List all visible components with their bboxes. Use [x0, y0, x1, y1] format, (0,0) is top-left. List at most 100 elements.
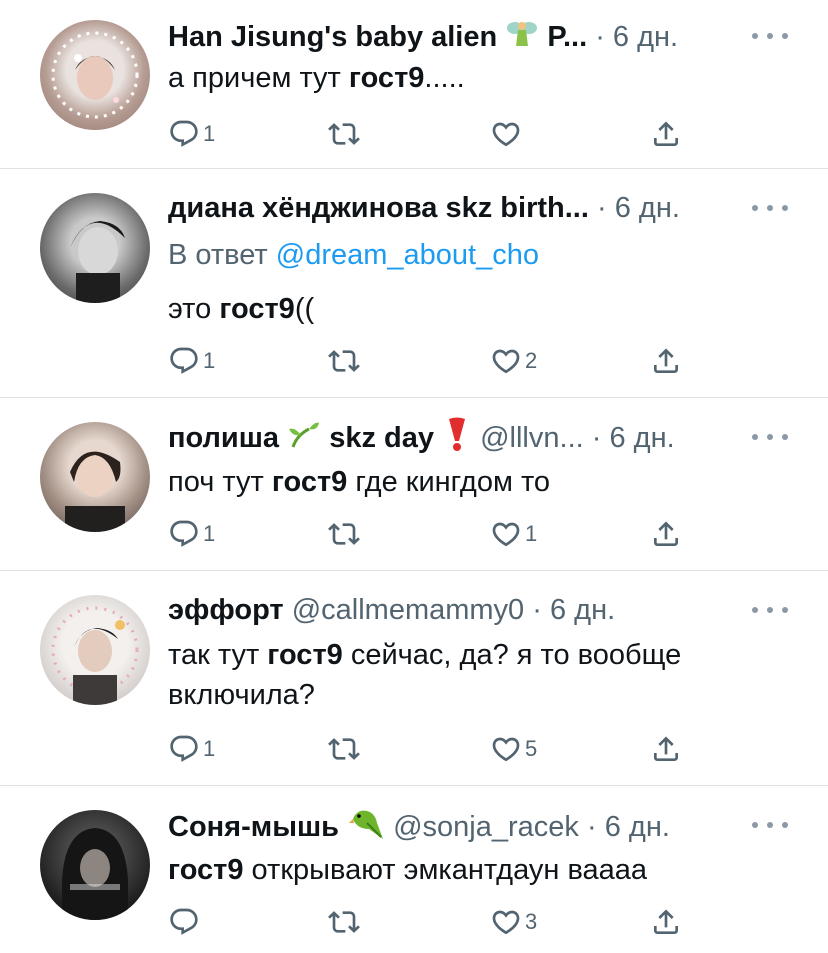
exclamation-emoji-icon	[442, 417, 472, 462]
heart-icon	[490, 518, 522, 550]
share-icon	[650, 345, 682, 377]
tweet-text: а причем тут гост9.....	[168, 62, 465, 94]
reply-icon	[168, 733, 200, 765]
retweet-icon	[328, 345, 360, 377]
share-button[interactable]	[650, 731, 682, 767]
display-name[interactable]: эффорт	[168, 594, 284, 626]
reply-count: 1	[203, 121, 216, 146]
retweet-icon	[328, 518, 360, 550]
share-icon	[650, 906, 682, 938]
retweet-icon	[328, 118, 360, 150]
more-icon[interactable]	[752, 198, 788, 218]
avatar-image	[70, 221, 125, 303]
retweet-button[interactable]	[328, 343, 360, 379]
like-button[interactable]: 1	[490, 516, 537, 552]
like-count: 5	[525, 736, 538, 761]
reply-button[interactable]: 1	[168, 516, 215, 552]
reply-prefix: В ответ	[168, 239, 268, 271]
like-count: 1	[525, 521, 538, 546]
tweet[interactable]: полиша skz day @lllvn... · 6 дн. поч тут…	[0, 398, 828, 570]
like-button[interactable]	[490, 116, 522, 152]
avatar-image	[51, 31, 139, 119]
separator-dot: ·	[586, 811, 597, 844]
tweet[interactable]: эффорт @callmemammy0 · 6 дн. так тут гос…	[0, 571, 828, 785]
seedling-emoji-icon	[287, 417, 321, 462]
retweet-button[interactable]	[328, 516, 360, 552]
avatar-image	[62, 828, 128, 920]
tweet-text: так тут гост9 сейчас, да? я то вообще вк…	[168, 639, 682, 711]
share-icon	[650, 733, 682, 765]
like-button[interactable]: 2	[490, 343, 537, 379]
tweet[interactable]: Han Jisung's baby alien P... · 6 дн. а п…	[0, 0, 828, 168]
retweet-button[interactable]	[328, 904, 360, 940]
share-button[interactable]	[650, 116, 682, 152]
display-name[interactable]: полиша	[168, 422, 279, 454]
avatar[interactable]	[40, 810, 150, 920]
reply-button[interactable]	[168, 904, 200, 940]
share-icon	[650, 118, 682, 150]
retweet-button[interactable]	[328, 731, 360, 767]
reply-button[interactable]: 1	[168, 731, 215, 767]
reply-button[interactable]: 1	[168, 343, 215, 379]
reply-count: 1	[203, 521, 216, 546]
retweet-button[interactable]	[328, 116, 360, 152]
avatar[interactable]	[40, 193, 150, 303]
avatar[interactable]	[40, 422, 150, 532]
tweet[interactable]: Соня-мышь @sonja_racek · 6 дн. гост9 отк…	[0, 786, 828, 953]
tweet[interactable]: диана хёнджинова skz birth... · 6 дн. В …	[0, 169, 828, 397]
more-icon[interactable]	[752, 26, 788, 46]
tweet-time[interactable]: 6 дн.	[609, 422, 674, 454]
display-name-suffix[interactable]: P...	[547, 21, 587, 53]
retweet-icon	[328, 733, 360, 765]
fairy-emoji-icon	[505, 16, 539, 61]
handle[interactable]: @callmemammy0	[292, 594, 524, 626]
separator-dot: ·	[596, 192, 607, 224]
display-name[interactable]: Соня-мышь	[168, 811, 339, 843]
tweet-time[interactable]: 6 дн.	[613, 21, 678, 53]
retweet-icon	[328, 906, 360, 938]
heart-icon	[490, 733, 522, 765]
like-button[interactable]: 3	[490, 904, 537, 940]
tweet-header: Соня-мышь @sonja_racek · 6 дн.	[168, 805, 670, 845]
display-name[interactable]: диана хёнджинова skz birth...	[168, 192, 589, 224]
tweet-time[interactable]: 6 дн.	[615, 192, 680, 224]
more-icon[interactable]	[752, 815, 788, 835]
reply-button[interactable]: 1	[168, 116, 215, 152]
tweet-text: поч тут гост9 где кингдом то	[168, 466, 551, 498]
share-button[interactable]	[650, 904, 682, 940]
more-icon[interactable]	[752, 427, 788, 447]
tweet-header: эффорт @callmemammy0 · 6 дн.	[168, 590, 615, 630]
tweet-header: диана хёнджинова skz birth... · 6 дн.	[168, 188, 680, 228]
heart-icon	[490, 345, 522, 377]
share-button[interactable]	[650, 516, 682, 552]
like-button[interactable]: 5	[490, 731, 537, 767]
separator-dot: ·	[591, 422, 602, 455]
share-icon	[650, 518, 682, 550]
share-button[interactable]	[650, 343, 682, 379]
reply-icon	[168, 906, 200, 938]
display-name[interactable]: Han Jisung's baby alien	[168, 21, 497, 53]
tweet-header: Han Jisung's baby alien P... · 6 дн.	[168, 16, 678, 56]
separator-dot: ·	[532, 594, 542, 626]
avatar[interactable]	[40, 595, 150, 705]
like-count: 3	[525, 909, 538, 934]
reply-context: В ответ @dream_about_cho	[168, 235, 539, 275]
avatar[interactable]	[40, 20, 150, 130]
like-count: 2	[525, 348, 538, 373]
heart-icon	[490, 118, 522, 150]
tweet-text: это гост9((	[168, 293, 315, 325]
avatar-image	[51, 606, 139, 705]
handle[interactable]: @sonja_racek	[393, 811, 579, 843]
more-icon[interactable]	[752, 600, 788, 620]
avatar-image	[65, 451, 125, 532]
display-name-mid[interactable]: skz day	[329, 422, 434, 454]
tweet-time[interactable]: 6 дн.	[605, 811, 670, 843]
separator-dot: ·	[595, 21, 605, 54]
reply-mention-link[interactable]: @dream_about_cho	[276, 239, 539, 271]
reply-count: 1	[203, 736, 216, 761]
reply-icon	[168, 118, 200, 150]
handle[interactable]: @lllvn...	[480, 422, 584, 454]
tweet-text: гост9 открывают эмкантдаун вааaa	[168, 854, 648, 886]
tweet-time[interactable]: 6 дн.	[550, 594, 615, 626]
reply-icon	[168, 345, 200, 377]
